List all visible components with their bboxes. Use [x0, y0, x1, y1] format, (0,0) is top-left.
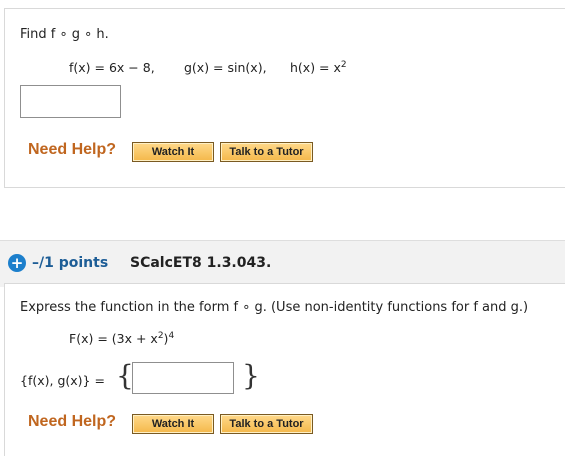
q1-function-h: h(x) = x2 [290, 60, 347, 75]
q1-function-g: g(x) = sin(x), [184, 60, 267, 75]
q1-answer-input[interactable] [20, 85, 121, 118]
q1-talk-to-tutor-button[interactable]: Talk to a Tutor [220, 142, 313, 162]
q2-talk-to-tutor-button[interactable]: Talk to a Tutor [220, 414, 313, 434]
q1-function-h-base: h(x) = x [290, 60, 341, 76]
q2-F-outer-exponent: 4 [168, 331, 175, 341]
q2-F-main: F(x) = (3x + x [69, 331, 158, 347]
q2-need-help-label: Need Help? [28, 413, 117, 430]
q2-function-F: F(x) = (3x + x2)4 [69, 331, 174, 346]
q1-function-f: f(x) = 6x − 8, [69, 60, 155, 75]
q2-points: –/1 points [32, 255, 109, 271]
q2-set-label: {f(x), g(x)} = [20, 373, 105, 388]
q1-watch-it-button[interactable]: Watch It [132, 142, 214, 162]
q1-need-help-label: Need Help? [28, 141, 117, 158]
q2-watch-it-button[interactable]: Watch It [132, 414, 214, 434]
plus-circle-icon[interactable]: + [8, 254, 26, 272]
q1-prompt: Find f ∘ g ∘ h. [20, 27, 109, 42]
q2-brace-close: } [242, 359, 260, 392]
q2-answer-input[interactable] [132, 362, 234, 394]
q2-problem-id: SCalcET8 1.3.043. [130, 255, 272, 271]
q1-function-h-exponent: 2 [340, 60, 347, 70]
q2-prompt: Express the function in the form f ∘ g. … [20, 300, 529, 315]
